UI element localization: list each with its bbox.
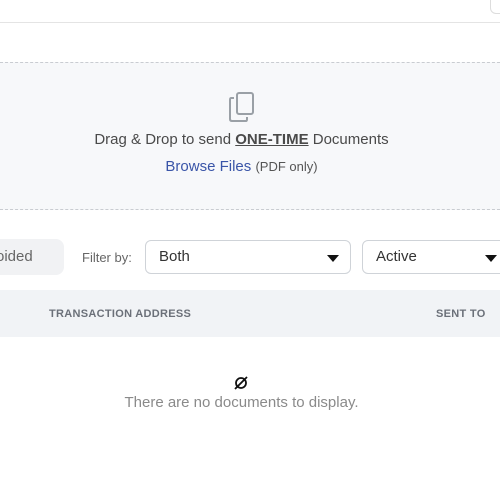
dropzone-title-emphasis: ONE-TIME [235, 131, 309, 148]
filter-by-value: Both [159, 248, 190, 265]
dropzone-title-suffix: Documents [308, 131, 389, 148]
empty-state-message: There are no documents to display. [124, 394, 359, 411]
browse-files-hint: (PDF only) [255, 159, 318, 174]
document-copy-icon [229, 92, 254, 122]
top-card-corner [490, 0, 500, 14]
dropzone-browse: Browse Files (PDF only) [0, 158, 483, 175]
browse-files-link[interactable]: Browse Files [165, 158, 251, 175]
caret-down-icon [485, 255, 497, 262]
column-header-sent-to[interactable]: SENT TO [436, 308, 486, 320]
state-value: Active [376, 248, 417, 265]
filter-by-select[interactable]: Both [145, 240, 351, 274]
filter-by-label: Filter by: [82, 250, 132, 265]
caret-down-icon [327, 255, 339, 262]
column-header-transaction-address[interactable]: TRANSACTION ADDRESS [49, 308, 191, 320]
status-chip-label: oided [0, 248, 33, 265]
empty-set-icon [234, 376, 248, 390]
table-header: TRANSACTION ADDRESS SENT TO [0, 290, 500, 337]
dropzone-title-prefix: Drag & Drop to send [94, 131, 236, 148]
dropzone-title: Drag & Drop to send ONE-TIME Documents [0, 131, 483, 148]
status-chip-voided[interactable]: oided [0, 239, 64, 275]
state-select[interactable]: Active [362, 240, 500, 274]
top-card [0, 0, 500, 23]
